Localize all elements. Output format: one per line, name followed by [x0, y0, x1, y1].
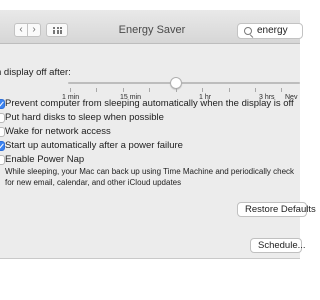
search-icon — [244, 27, 252, 35]
slider-tick — [281, 88, 282, 92]
grid-icon — [53, 27, 62, 34]
startup-after-power-failure-label: Start up automatically after a power fai… — [5, 140, 183, 151]
back-button[interactable]: ‹ — [14, 23, 28, 37]
power-nap-label: Enable Power Nap — [5, 154, 85, 165]
hard-disk-sleep-label: Put hard disks to sleep when possible — [5, 112, 164, 123]
slider-tick — [123, 88, 124, 92]
slider-tick — [149, 88, 150, 92]
display-sleep-slider-track[interactable] — [68, 82, 300, 84]
slider-tick — [229, 88, 230, 92]
slider-tick — [176, 88, 177, 92]
slider-tick — [255, 88, 256, 92]
show-all-button[interactable] — [46, 23, 68, 37]
wake-network-label: Wake for network access — [5, 126, 111, 137]
prevent-sleep-label: Prevent computer from sleeping automatic… — [5, 98, 294, 109]
schedule-button[interactable]: Schedule... — [250, 238, 306, 253]
search-field[interactable]: energy — [237, 23, 303, 39]
restore-defaults-button[interactable]: Restore Defaults — [237, 202, 316, 217]
slider-tick — [96, 88, 97, 92]
window-toolbar: ‹ › Energy Saver energy — [0, 10, 303, 44]
power-nap-description: While sleeping, your Mac can back up usi… — [5, 167, 295, 187]
forward-button[interactable]: › — [27, 23, 41, 37]
window-title: Energy Saver — [118, 24, 186, 36]
search-input[interactable]: energy — [257, 25, 288, 36]
chevron-left-icon: ‹ — [19, 24, 23, 35]
display-off-label: n display off after: — [0, 67, 71, 78]
chevron-right-icon: › — [32, 24, 36, 35]
slider-tick — [70, 88, 71, 92]
slider-tick — [202, 88, 203, 92]
energy-saver-window: ‹ › Energy Saver energy n display off af… — [0, 10, 316, 259]
